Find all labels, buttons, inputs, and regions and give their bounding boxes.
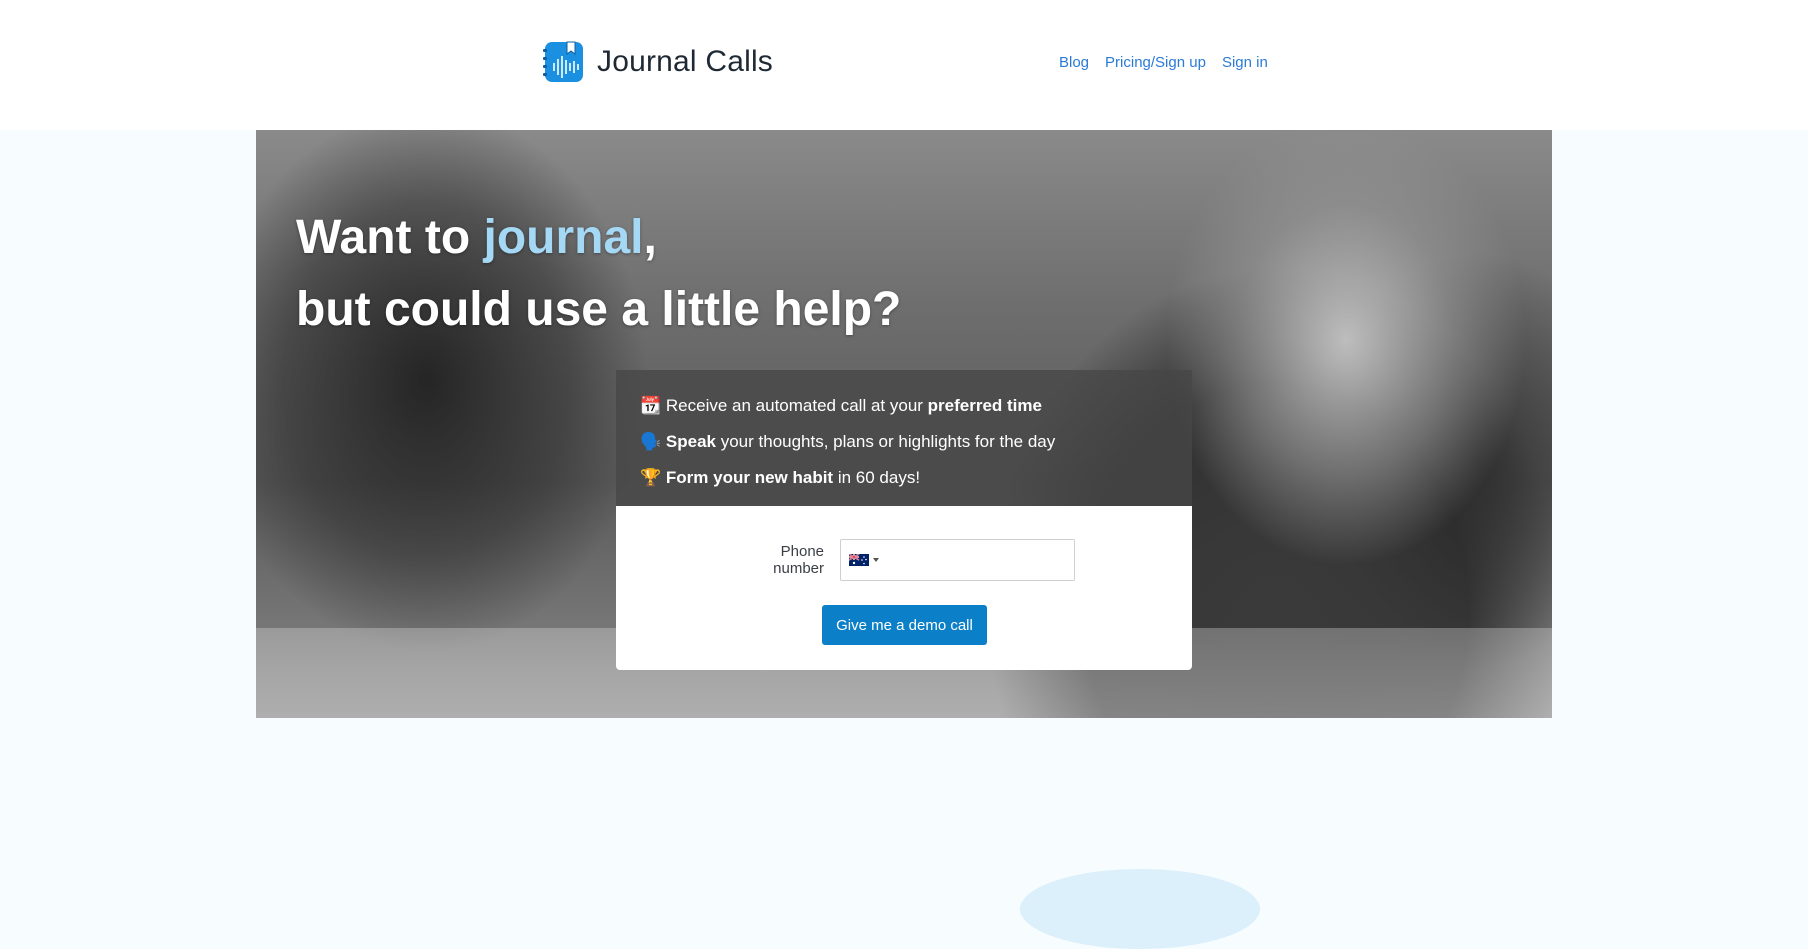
- chevron-down-icon: [873, 558, 879, 562]
- demo-call-button[interactable]: Give me a demo call: [822, 605, 987, 645]
- nav-blog[interactable]: Blog: [1059, 54, 1089, 71]
- feature-item: 🏆 Form your new habit in 60 days!: [640, 460, 1168, 496]
- hero-title-prefix: Want to: [296, 211, 484, 264]
- hero-title-line2: but could use a little help?: [296, 283, 902, 336]
- demo-call-form: Phone number Give me a demo call: [616, 506, 1192, 670]
- australia-flag-icon: [849, 554, 869, 566]
- phone-number-input[interactable]: [885, 540, 1071, 580]
- decorative-blob: [1020, 869, 1260, 949]
- hero-title-comma: ,: [643, 211, 657, 264]
- country-code-select[interactable]: [849, 554, 879, 566]
- calendar-icon: 📆: [640, 396, 662, 415]
- hero-title: Want to journal, but could use a little …: [296, 202, 901, 346]
- trophy-icon: 🏆: [640, 468, 662, 487]
- nav-pricing-signup[interactable]: Pricing/Sign up: [1105, 54, 1206, 71]
- site-header: Journal Calls Blog Pricing/Sign up Sign …: [0, 0, 1808, 130]
- feature-item: 📆 Receive an automated call at your pref…: [640, 388, 1168, 424]
- hero-title-accent: journal: [483, 211, 644, 264]
- feature-text: your thoughts, plans or highlights for t…: [716, 432, 1056, 451]
- feature-text: in 60 days!: [833, 468, 921, 487]
- top-nav: Blog Pricing/Sign up Sign in: [1059, 54, 1268, 71]
- brand-link[interactable]: Journal Calls: [541, 39, 773, 85]
- nav-sign-in[interactable]: Sign in: [1222, 54, 1268, 71]
- brand-name: Journal Calls: [597, 45, 774, 78]
- phone-number-label: Phone number: [773, 543, 824, 577]
- feature-bold-text: preferred time: [927, 396, 1042, 415]
- phone-input-wrapper: [840, 539, 1075, 581]
- journal-logo-icon: [543, 41, 583, 82]
- feature-bold-text: Speak: [665, 432, 716, 451]
- feature-item: 🗣️ Speak your thoughts, plans or highlig…: [640, 424, 1168, 460]
- speaking-head-icon: 🗣️: [640, 432, 662, 451]
- feature-bold-text: Form your new habit: [665, 468, 834, 487]
- feature-list: 📆 Receive an automated call at your pref…: [616, 370, 1192, 506]
- feature-text: Receive an automated call at your: [661, 396, 928, 415]
- phone-field-row: Phone number: [730, 539, 1075, 581]
